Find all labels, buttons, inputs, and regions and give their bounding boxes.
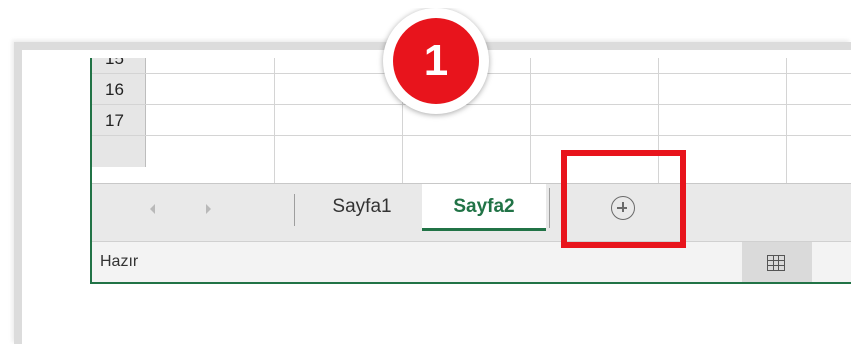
row-header[interactable]: 17 [92, 105, 146, 135]
sheet-tab-bar: Sayfa1 Sayfa2 [92, 183, 851, 241]
chevron-left-icon[interactable] [150, 204, 155, 214]
sheet-tab-sayfa1[interactable]: Sayfa1 [302, 184, 422, 231]
column-gridline [274, 58, 275, 183]
normal-view-button[interactable] [742, 242, 812, 282]
table-row [92, 136, 851, 167]
row-header[interactable] [92, 136, 146, 167]
row-header[interactable]: 16 [92, 74, 146, 104]
sheet-tab-sayfa2[interactable]: Sayfa2 [422, 184, 546, 231]
status-bar: Hazır [92, 241, 851, 282]
chevron-right-icon[interactable] [206, 204, 211, 214]
annotation-step-badge: 1 [393, 18, 479, 104]
tab-divider [294, 194, 295, 226]
tab-divider [549, 188, 550, 228]
column-gridline [786, 58, 787, 183]
normal-view-grid-icon [767, 255, 785, 271]
status-ready-label: Hazır [100, 253, 139, 270]
row-header[interactable]: 15 [92, 58, 146, 73]
column-gridline [530, 58, 531, 183]
table-row: 17 [92, 105, 851, 136]
annotation-highlight-box [561, 150, 686, 248]
